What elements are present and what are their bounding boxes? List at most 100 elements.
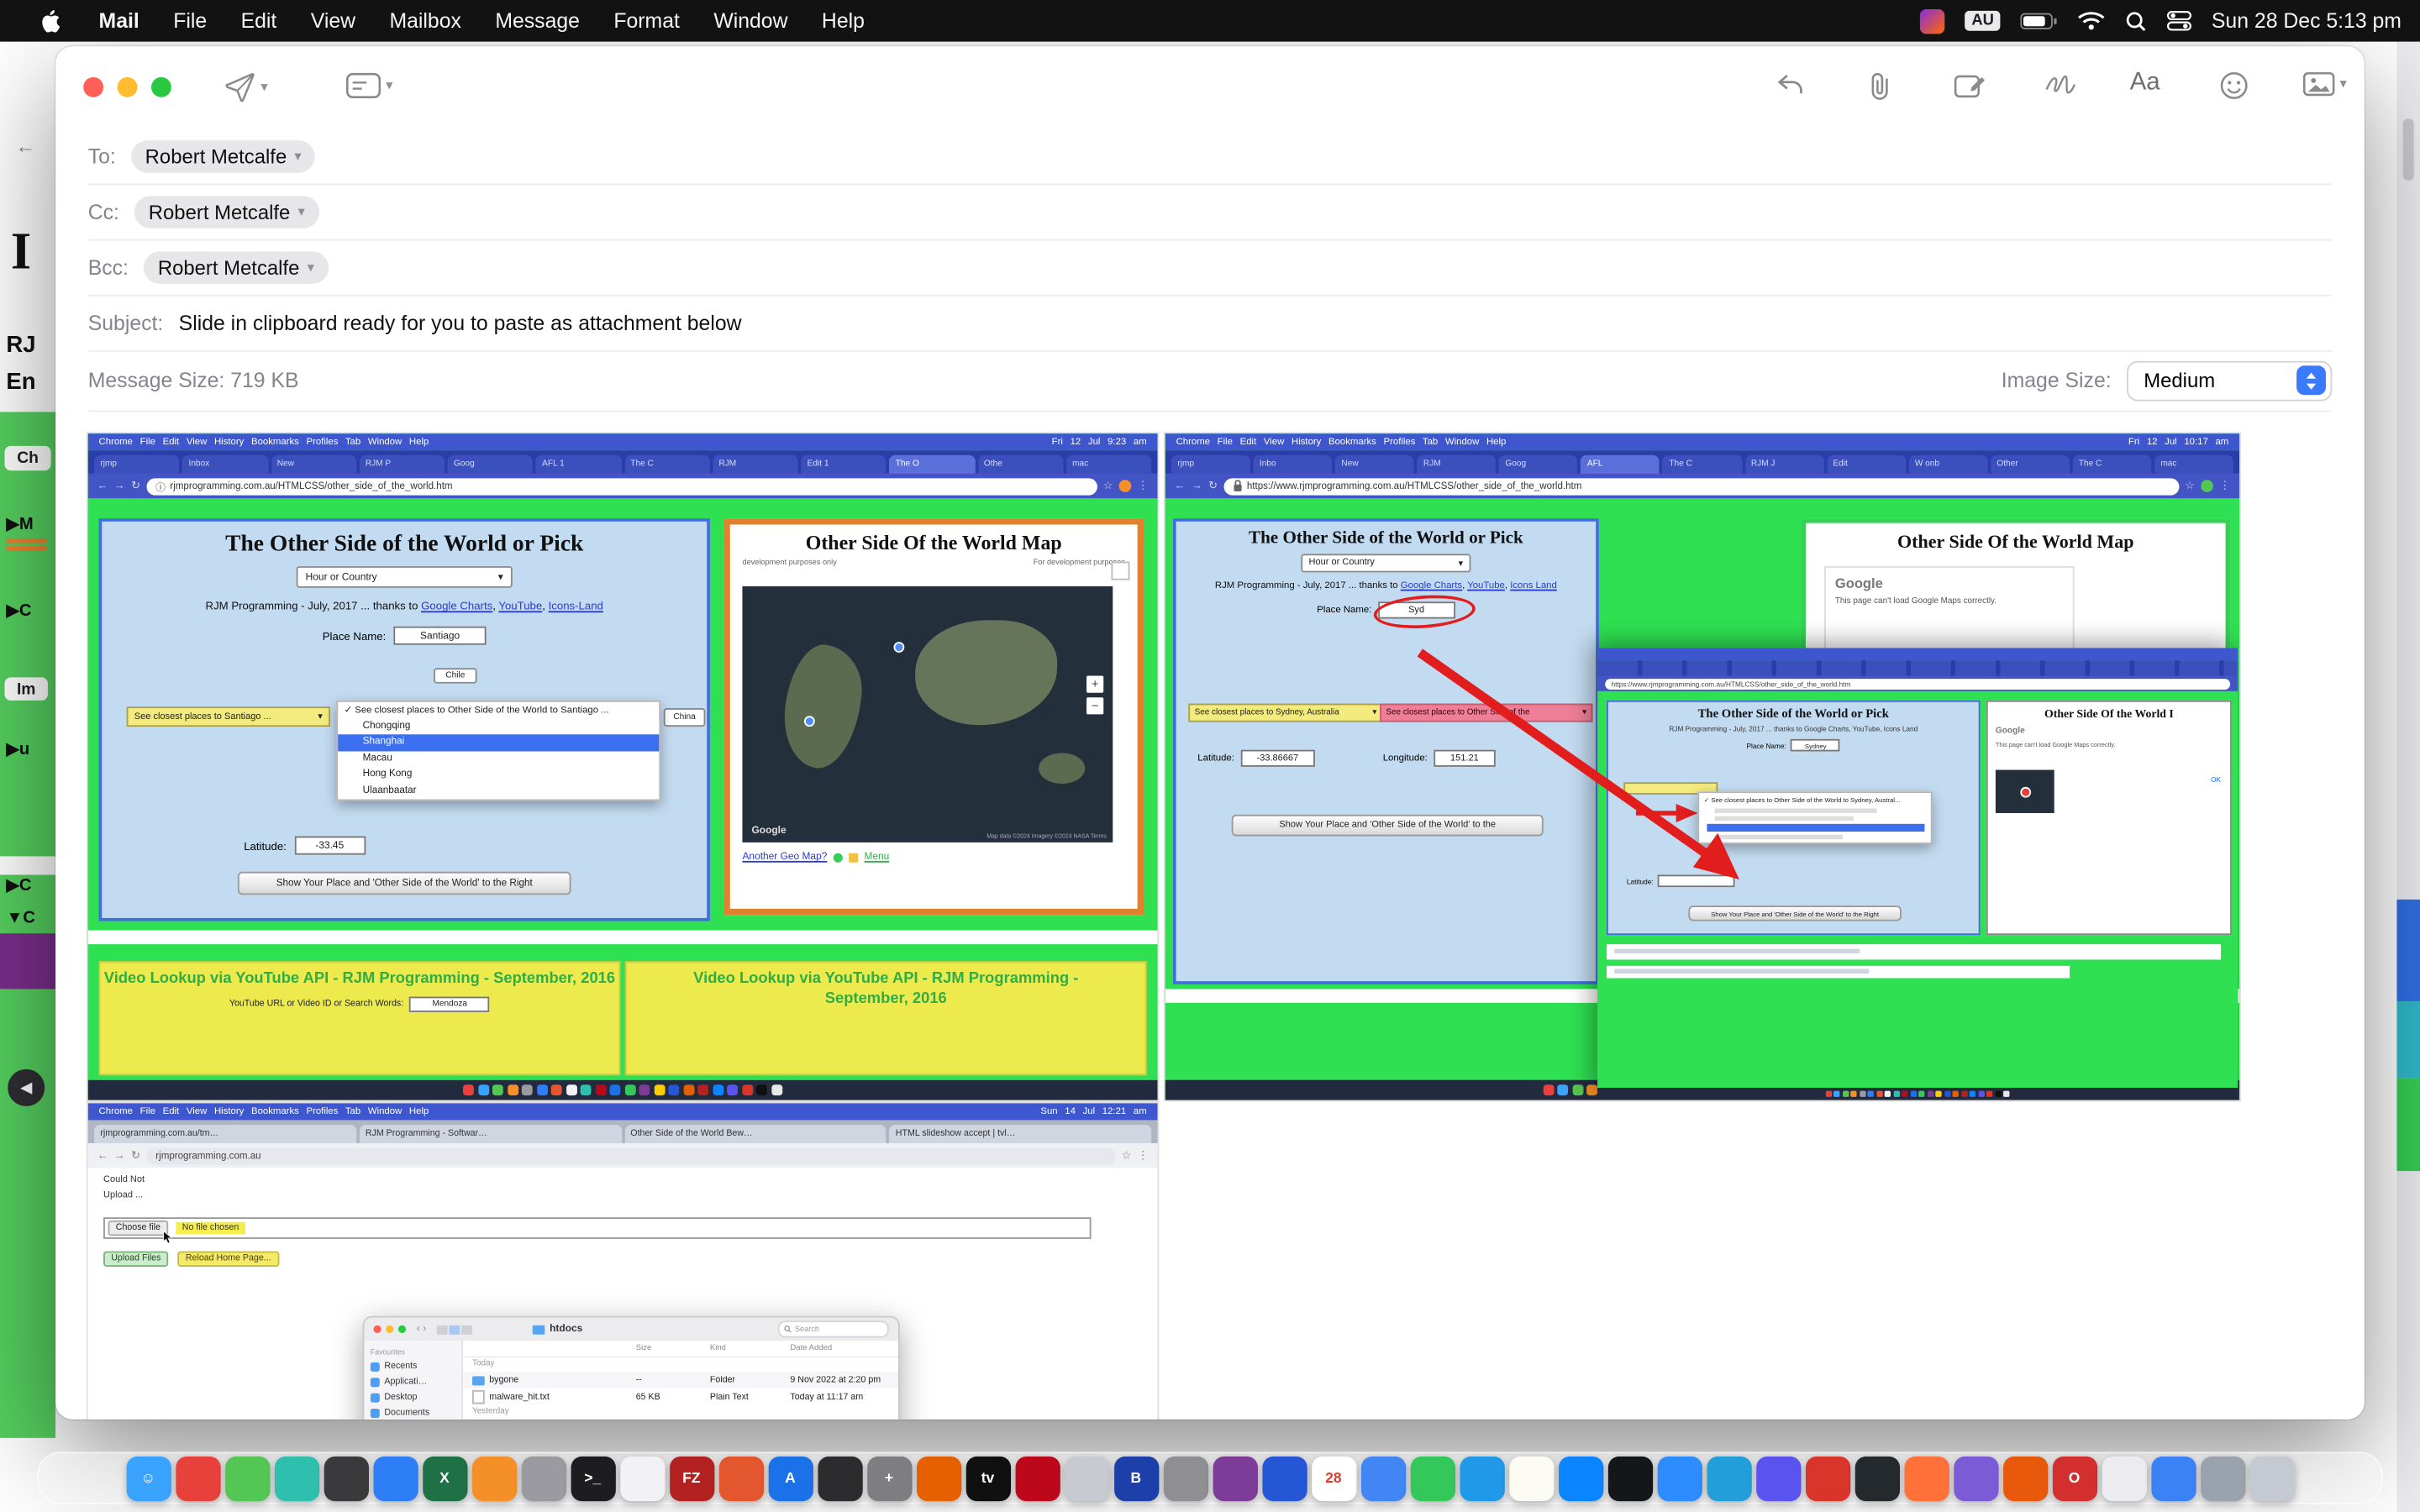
dock-icon[interactable] (1854, 1456, 1899, 1500)
dock-icon[interactable]: B (1113, 1456, 1158, 1500)
dock-icon[interactable] (1707, 1456, 1751, 1500)
reload-icon: ↻ (131, 480, 140, 492)
header-fields-button[interactable]: ▾ (345, 71, 392, 100)
show-place-button: Show Your Place and 'Other Side of the W… (1232, 815, 1544, 837)
dock-icon[interactable]: + (866, 1456, 911, 1500)
menu-bar-clock[interactable]: Sun 28 Dec 5:13 pm (2212, 9, 2402, 33)
dock-icon[interactable] (1508, 1456, 1553, 1500)
menu-item[interactable]: Format (597, 9, 697, 33)
menu-dots-icon: ⋮ (1138, 1149, 1149, 1162)
dock-icon[interactable] (521, 1456, 566, 1500)
dock-icon[interactable] (2200, 1456, 2244, 1500)
dock-icon[interactable] (2249, 1456, 2294, 1500)
attachment-screenshot-1[interactable]: Chrome File Edit View History Bookmarks … (88, 433, 1158, 1100)
dock-icon[interactable] (1755, 1456, 1800, 1500)
dock-icon[interactable] (2150, 1456, 2195, 1500)
markup-icon[interactable] (1954, 71, 1986, 100)
attachment-screenshot-3[interactable]: Chrome File Edit View History Bookmarks … (88, 1103, 1158, 1420)
menu-item[interactable]: Mailbox (372, 9, 478, 33)
dock-icon[interactable] (1262, 1456, 1307, 1500)
menu-item[interactable]: Edit (224, 9, 293, 33)
dock-icon[interactable] (1064, 1456, 1108, 1500)
dock-icon[interactable] (471, 1456, 516, 1500)
dock-icon[interactable] (1460, 1456, 1504, 1500)
attach-icon[interactable] (1866, 71, 1894, 102)
dock-icon[interactable] (2102, 1456, 2146, 1500)
dock-icon[interactable]: FZ (669, 1456, 713, 1500)
scrollbar-thumb[interactable] (2403, 118, 2414, 180)
dock-icon[interactable] (2002, 1456, 2047, 1500)
photo-browser-chevron-icon[interactable]: ▾ (2339, 76, 2346, 92)
dock-icon[interactable] (818, 1456, 862, 1500)
dropdown-header: ✓ See closest places to Other Side of th… (338, 702, 659, 719)
dock-icon[interactable] (1558, 1456, 1602, 1500)
bcc-recipient-token[interactable]: Robert Metcalfe ▾ (144, 250, 328, 283)
dock-icon[interactable] (274, 1456, 318, 1500)
dock-icon[interactable] (1904, 1456, 1949, 1500)
dock-icon[interactable] (1410, 1456, 1455, 1500)
nested-map-title: Other Side Of the World I (1988, 706, 2230, 721)
menu-item[interactable]: View (294, 9, 373, 33)
status-app-icon[interactable] (1921, 8, 1945, 33)
mini-dock-dot (581, 1084, 592, 1095)
to-recipient-token[interactable]: Robert Metcalfe ▾ (131, 139, 315, 172)
dock-icon[interactable] (1163, 1456, 1207, 1500)
photo-browser-button[interactable]: ▾ (2302, 71, 2346, 97)
shot-a-tab: The O (889, 455, 974, 474)
mini-dock-dot (728, 1084, 739, 1095)
recipient-chevron-icon[interactable]: ▾ (308, 259, 314, 276)
dock-icon[interactable]: ☺ (126, 1456, 171, 1500)
wifi-icon[interactable] (2077, 11, 2105, 31)
send-options-chevron-icon[interactable]: ▾ (260, 78, 267, 95)
dock-icon[interactable] (1015, 1456, 1060, 1500)
control-center-icon[interactable] (2167, 11, 2191, 31)
menu-item[interactable]: Message (478, 9, 597, 33)
emoji-picker-button[interactable] (2219, 71, 2249, 100)
close-button[interactable] (83, 77, 103, 97)
menu-item[interactable]: File (156, 9, 224, 33)
image-size-dropdown[interactable]: Medium (2127, 360, 2332, 401)
dock-icon[interactable] (1657, 1456, 1702, 1500)
cc-recipient-token[interactable]: Robert Metcalfe ▾ (134, 195, 318, 228)
dock-icon[interactable]: A (768, 1456, 813, 1500)
fonts-button[interactable]: Aa (2130, 70, 2160, 97)
zoom-button[interactable] (151, 77, 171, 97)
sketch-icon[interactable] (2044, 71, 2077, 95)
dock-icon[interactable] (1953, 1456, 1997, 1500)
dock-icon[interactable] (916, 1456, 960, 1500)
dock-icon[interactable] (175, 1456, 219, 1500)
dock-icon[interactable] (1607, 1456, 1652, 1500)
dock-icon[interactable] (1213, 1456, 1257, 1500)
attachment-screenshot-2[interactable]: Chrome File Edit View History Bookmarks … (1165, 433, 2239, 1100)
dock-icon[interactable] (1805, 1456, 1849, 1500)
spotlight-icon[interactable] (2125, 10, 2147, 32)
recipient-chevron-icon[interactable]: ▾ (294, 147, 301, 164)
dock-icon[interactable]: >_ (571, 1456, 615, 1500)
header-fields-chevron-icon[interactable]: ▾ (386, 77, 392, 94)
send-button[interactable]: ▾ (222, 71, 267, 102)
dock-icon[interactable]: 28 (1311, 1456, 1355, 1500)
mini-dock-dot (1893, 1091, 1899, 1097)
minimize-button[interactable] (118, 77, 138, 97)
dock-icon[interactable] (324, 1456, 368, 1500)
dock-icon[interactable] (718, 1456, 763, 1500)
undo-button[interactable] (1775, 71, 1806, 98)
menu-item[interactable]: Mail (82, 9, 156, 33)
sidebar-item: Applicati… (371, 1375, 455, 1390)
shot-a-map-panel: Other Side Of the World Map development … (723, 518, 1144, 915)
dock-icon[interactable] (224, 1456, 269, 1500)
dock-icon[interactable]: O (2052, 1456, 2096, 1500)
menu-item[interactable]: Help (805, 9, 881, 33)
dock-icon[interactable] (373, 1456, 418, 1500)
subject-input[interactable]: Slide in clipboard ready for you to past… (179, 311, 742, 334)
shot-b-tab: RJM (1418, 455, 1497, 474)
dock-icon[interactable] (1360, 1456, 1405, 1500)
recipient-chevron-icon[interactable]: ▾ (298, 203, 305, 220)
input-source-badge[interactable]: AU (1965, 11, 2000, 31)
menu-item[interactable]: Window (697, 9, 805, 33)
dock-icon[interactable]: tv (965, 1456, 1010, 1500)
battery-icon[interactable] (2020, 12, 2057, 30)
dock-icon[interactable] (619, 1456, 664, 1500)
dock-icon[interactable]: X (422, 1456, 466, 1500)
apple-menu[interactable] (40, 9, 60, 33)
